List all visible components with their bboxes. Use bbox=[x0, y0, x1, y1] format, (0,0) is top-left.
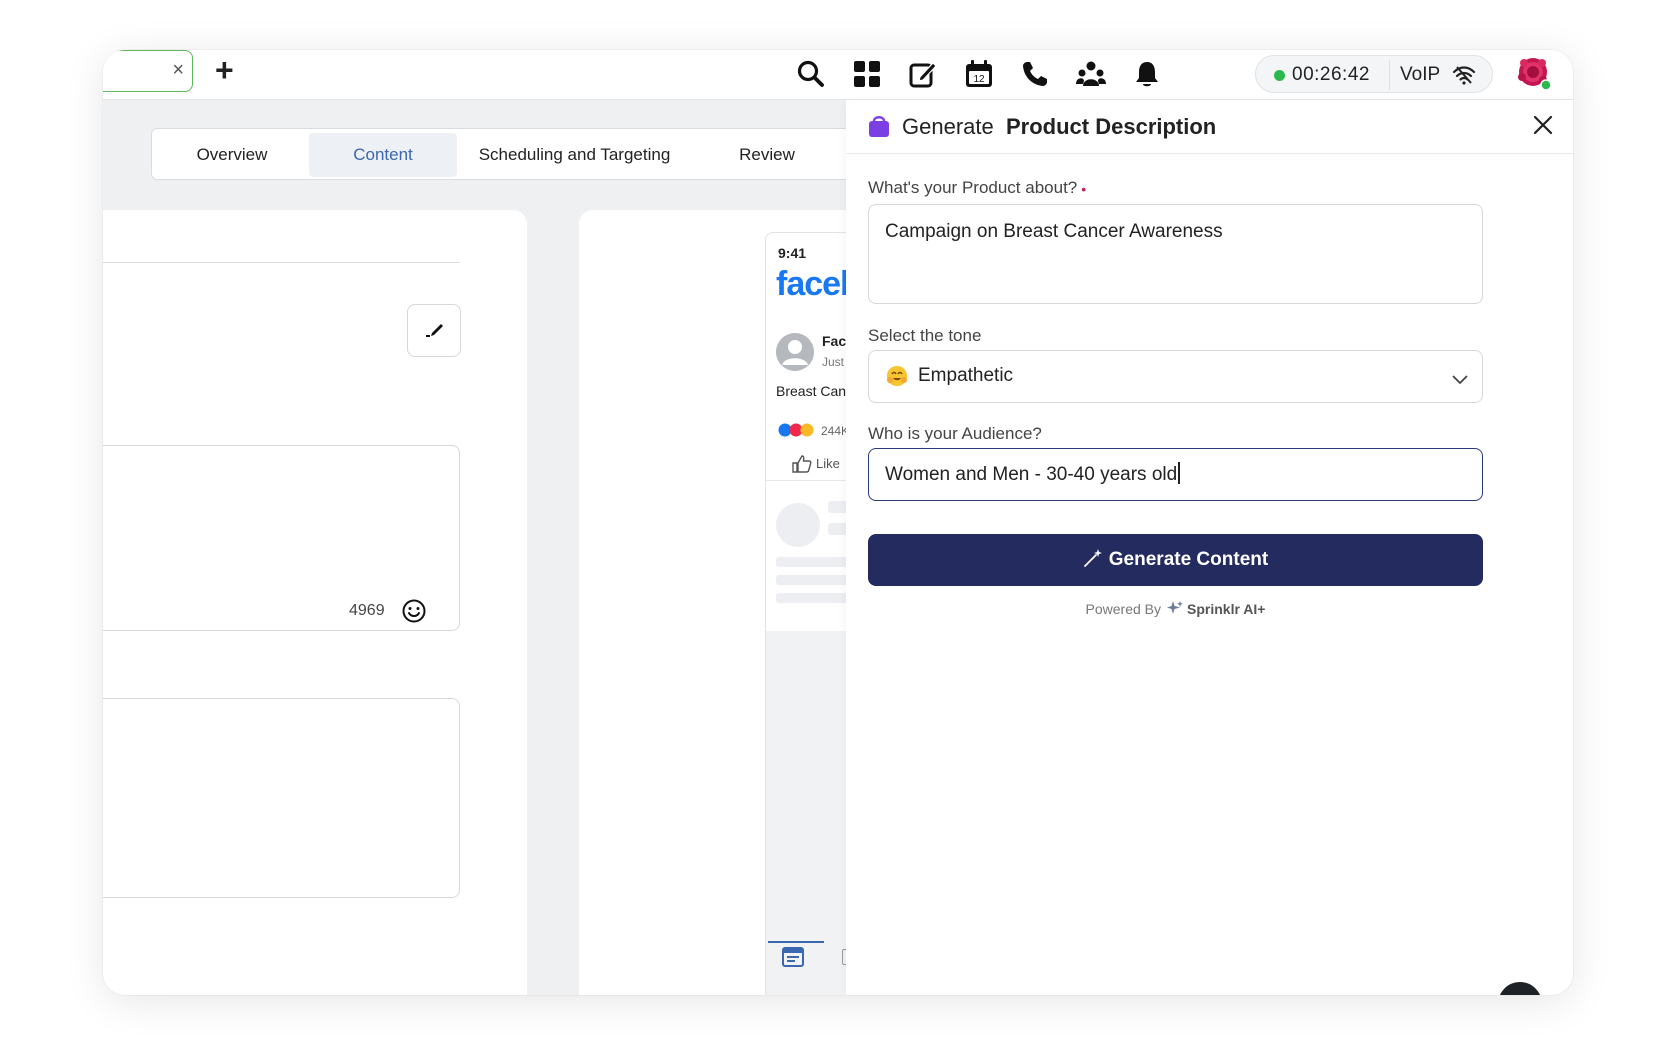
post-time: Just bbox=[822, 355, 845, 369]
drawer-title: Product Description bbox=[1006, 114, 1217, 139]
generate-content-button[interactable]: Generate Content bbox=[868, 534, 1483, 586]
active-nav-indicator bbox=[768, 941, 824, 943]
generate-description-drawer: Generate Product Description What's your… bbox=[846, 100, 1573, 995]
open-tab[interactable]: × bbox=[103, 50, 193, 92]
character-count: 4969 bbox=[349, 602, 385, 619]
skeleton-line bbox=[776, 575, 855, 585]
preview-clock: 9:41 bbox=[778, 245, 807, 261]
timer-divider bbox=[1389, 60, 1390, 90]
emoji-picker-icon[interactable] bbox=[401, 598, 427, 629]
post-text: Breast Can bbox=[776, 383, 847, 399]
sparkle-icon bbox=[1167, 600, 1184, 619]
call-status-dot bbox=[1274, 70, 1285, 81]
drawer-header: Generate Product Description bbox=[846, 100, 1573, 154]
user-avatar[interactable] bbox=[1516, 55, 1552, 91]
tab-content[interactable]: Content bbox=[309, 133, 457, 177]
step-tabs: Overview Content Scheduling and Targetin… bbox=[151, 128, 851, 180]
tab-overview[interactable]: Overview bbox=[172, 133, 292, 177]
skeleton-line bbox=[776, 593, 855, 603]
tone-value: Empathetic bbox=[918, 365, 1014, 386]
generate-content-label: Generate Content bbox=[1108, 549, 1269, 570]
reaction-count: 244K bbox=[821, 424, 850, 438]
product-label: What's your Product about? • bbox=[868, 178, 1086, 198]
divider bbox=[103, 262, 460, 263]
media-box[interactable] bbox=[103, 698, 460, 898]
skeleton-avatar bbox=[776, 503, 820, 547]
chevron-down-icon bbox=[1452, 369, 1468, 391]
facebook-preview: 9:41 faceb Face Just Breast Can 244K Lik… bbox=[765, 232, 855, 995]
product-label-text: What's your Product about? bbox=[868, 178, 1078, 197]
tone-label: Select the tone bbox=[868, 326, 982, 345]
shopping-bag-icon bbox=[868, 114, 890, 143]
call-timer[interactable]: 00:26:42 VoIP bbox=[1255, 55, 1493, 93]
close-icon[interactable] bbox=[1532, 114, 1554, 141]
content-editor-panel: 4969 bbox=[103, 210, 527, 995]
edit-button[interactable] bbox=[407, 304, 461, 357]
like-icon[interactable] bbox=[792, 455, 812, 478]
skeleton-line bbox=[776, 557, 855, 567]
pencil-icon bbox=[426, 323, 443, 337]
product-about-value: Campaign on Breast Cancer Awareness bbox=[885, 221, 1223, 242]
top-bar: × + 12 00:26:42 VoIP bbox=[103, 50, 1573, 100]
tab-scheduling-and-targeting[interactable]: Scheduling and Targeting bbox=[462, 133, 687, 177]
tab-review[interactable]: Review bbox=[712, 133, 822, 177]
drawer-title-prefix: Generate bbox=[902, 114, 994, 139]
reactions-icon bbox=[778, 423, 820, 442]
post-text-area[interactable]: 4969 bbox=[103, 445, 460, 631]
compose-icon[interactable] bbox=[907, 58, 939, 90]
close-tab-icon[interactable]: × bbox=[172, 60, 184, 80]
bell-icon[interactable] bbox=[1131, 58, 1163, 90]
powered-prefix: Powered By bbox=[1085, 601, 1162, 617]
text-cursor bbox=[1178, 462, 1180, 484]
feed-icon[interactable] bbox=[782, 947, 804, 972]
divider bbox=[766, 480, 855, 481]
magic-wand-icon bbox=[1083, 537, 1103, 589]
audience-value: Women and Men - 30-40 years old bbox=[885, 464, 1178, 485]
preview-screen: 9:41 faceb Face Just Breast Can 244K Lik… bbox=[766, 233, 855, 631]
page-avatar bbox=[776, 333, 814, 371]
required-marker: • bbox=[1081, 180, 1087, 197]
apps-grid-icon[interactable] bbox=[851, 58, 883, 90]
community-icon[interactable] bbox=[1075, 58, 1107, 90]
voip-label: VoIP bbox=[1400, 64, 1441, 85]
calendar-icon[interactable]: 12 bbox=[963, 58, 995, 90]
audience-input[interactable]: Women and Men - 30-40 years old bbox=[868, 448, 1483, 501]
phone-icon[interactable] bbox=[1019, 58, 1051, 90]
product-about-textarea[interactable]: Campaign on Breast Cancer Awareness bbox=[868, 204, 1483, 304]
new-tab-button[interactable]: + bbox=[215, 54, 234, 86]
powered-by: Powered By Sprinklr AI+ bbox=[846, 600, 1505, 619]
tone-select[interactable]: Empathetic bbox=[868, 350, 1483, 403]
call-time: 00:26:42 bbox=[1292, 64, 1370, 85]
empathetic-emoji-icon bbox=[887, 366, 907, 386]
calendar-day: 12 bbox=[973, 74, 985, 85]
like-label[interactable]: Like bbox=[816, 456, 840, 471]
search-icon[interactable] bbox=[795, 58, 827, 90]
wifi-off-icon bbox=[1452, 64, 1476, 91]
audience-label: Who is your Audience? bbox=[868, 424, 1042, 443]
app-window: × + 12 00:26:42 VoIP Overview Content Sc… bbox=[103, 50, 1573, 995]
facebook-logo: faceb bbox=[776, 265, 855, 303]
powered-brand: Sprinklr AI+ bbox=[1187, 601, 1266, 617]
